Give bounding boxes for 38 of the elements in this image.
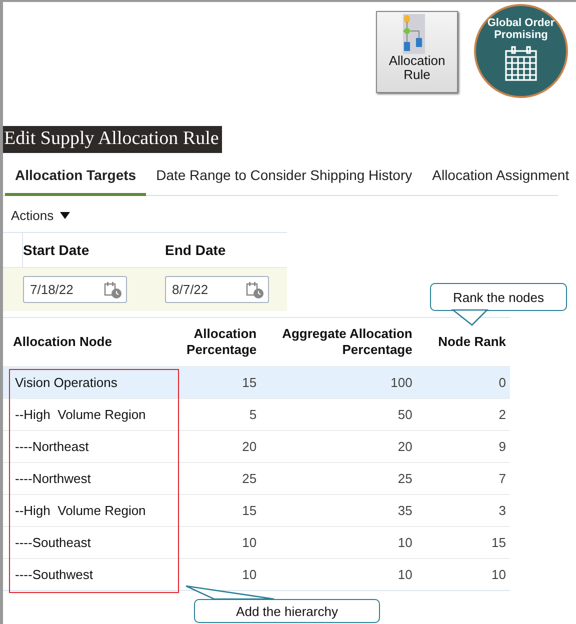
page-title: Edit Supply Allocation Rule — [3, 126, 222, 153]
table-cell: 10 — [260, 526, 416, 558]
table-cell: 10 — [416, 558, 510, 590]
table-cell: 0 — [416, 366, 510, 398]
table-cell: 100 — [260, 366, 416, 398]
tab[interactable]: Date Range to Consider Shipping History — [146, 159, 422, 196]
table-cell: 15 — [416, 526, 510, 558]
table-cell: ----Northwest — [3, 462, 176, 494]
table-cell: 9 — [416, 430, 510, 462]
table-cell: ----Southeast — [3, 526, 176, 558]
table-cell: 5 — [175, 398, 261, 430]
table-cell: ----Northeast — [3, 430, 176, 462]
date-field[interactable]: 7/18/22 — [23, 276, 127, 303]
table-cell: 3 — [416, 494, 510, 526]
table-cell: 15 — [175, 494, 261, 526]
table-cell: 7 — [416, 462, 510, 494]
table-cell: 20 — [260, 430, 416, 462]
tab[interactable]: Allocation Targets — [5, 159, 146, 196]
table-cell: 25 — [175, 462, 261, 494]
table-cell: --High Volume Region — [3, 398, 176, 430]
table-cell: 35 — [260, 494, 416, 526]
table-cell: 20 — [175, 430, 261, 462]
global-order-promising-button[interactable]: Global Order Promising — [474, 4, 568, 98]
column-header: End Date — [165, 242, 227, 258]
table-cell: --High Volume Region — [3, 494, 176, 526]
allocation-rule-button[interactable]: Allocation Rule — [376, 11, 458, 93]
table-cell: ----Southwest — [3, 558, 176, 590]
table-cell: 25 — [260, 462, 416, 494]
table-cell: 15 — [175, 366, 261, 398]
tab[interactable]: Allocation Assignment — [422, 159, 576, 196]
table-cell: Vision Operations — [3, 366, 176, 398]
table-cell: 2 — [416, 398, 510, 430]
table-cell: 50 — [260, 398, 416, 430]
actions-menu[interactable]: Actions — [11, 208, 70, 223]
date-field[interactable]: 8/7/22 — [165, 276, 269, 303]
table-cell: 10 — [260, 558, 416, 590]
column-header: Start Date — [23, 242, 90, 258]
table-cell: 10 — [175, 526, 261, 558]
